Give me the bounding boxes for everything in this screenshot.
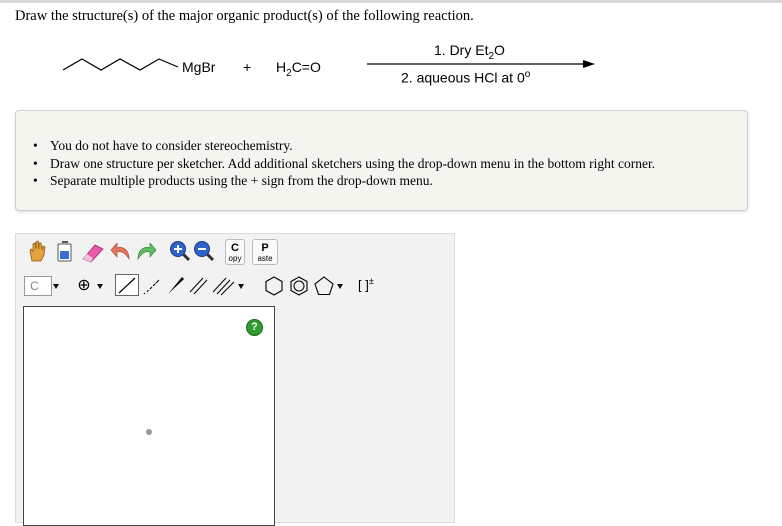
charge-dropdown-arrow-icon[interactable] <box>97 284 103 289</box>
triple-bond-icon[interactable] <box>212 276 236 296</box>
condition-1: 1. Dry Et2O <box>434 42 505 62</box>
formaldehyde-formula: H2C=O <box>276 59 321 79</box>
bullet: • <box>33 155 38 171</box>
reaction-drawing <box>62 58 595 71</box>
hand-tool-icon[interactable] <box>26 239 48 263</box>
drawing-canvas[interactable]: ? <box>23 306 275 526</box>
bond-dropdown-arrow-icon[interactable] <box>238 284 244 289</box>
reaction-arrow-head <box>583 60 595 68</box>
bullet: • <box>33 173 38 188</box>
canvas-center-dot <box>146 429 152 435</box>
element-dropdown-arrow-icon[interactable] <box>53 284 59 289</box>
zoom-in-icon[interactable] <box>168 239 192 263</box>
eraser-icon[interactable] <box>80 239 106 263</box>
hashed-bond-icon[interactable] <box>142 276 162 296</box>
redo-icon[interactable] <box>134 239 158 263</box>
instruction-item: • You do not have to consider stereochemi… <box>33 138 293 153</box>
alkyl-chain <box>62 58 179 71</box>
zoom-out-icon[interactable] <box>192 239 216 263</box>
instructions-list: • You do not have to consider stereochemi… <box>33 137 656 190</box>
single-bond-tool[interactable] <box>115 274 139 296</box>
question-text: Draw the structure(s) of the major organ… <box>15 8 474 24</box>
instructions-box: • You do not have to consider stereochemi… <box>15 110 748 211</box>
wedge-bond-icon[interactable] <box>166 276 186 296</box>
reagent1-label: MgBr <box>182 59 216 75</box>
undo-icon[interactable] <box>109 239 133 263</box>
instruction-item: • Separate multiple products using the + … <box>33 173 433 188</box>
ring-dropdown-arrow-icon[interactable] <box>337 284 343 289</box>
charge-tool[interactable]: ⊕ <box>73 274 95 296</box>
reaction-scheme: MgBr + H2C=O 1. Dry Et2O 2. aqueous HCl … <box>0 30 782 100</box>
bracket-tool[interactable]: [ ]± <box>358 276 384 296</box>
hexagon-ring-icon[interactable] <box>263 275 285 297</box>
top-border <box>0 0 782 3</box>
bullet: • <box>33 138 38 153</box>
condition-2: 2. aqueous HCl at 0o <box>401 69 531 86</box>
structure-sketcher: C opy P aste C ⊕ [ ]± ? <box>15 233 455 526</box>
pentagon-ring-icon[interactable] <box>313 275 335 297</box>
paste-button[interactable]: P aste <box>252 239 278 265</box>
clear-canvas-icon[interactable] <box>53 239 75 263</box>
instruction-item: • Draw one structure per sketcher. Add ad… <box>33 155 656 171</box>
benzene-ring-icon[interactable] <box>288 275 310 297</box>
copy-button[interactable]: C opy <box>225 239 245 265</box>
plus-sign: + <box>243 59 252 75</box>
double-bond-icon[interactable] <box>188 276 210 296</box>
help-button[interactable]: ? <box>246 319 263 336</box>
element-selector[interactable]: C <box>24 276 52 296</box>
